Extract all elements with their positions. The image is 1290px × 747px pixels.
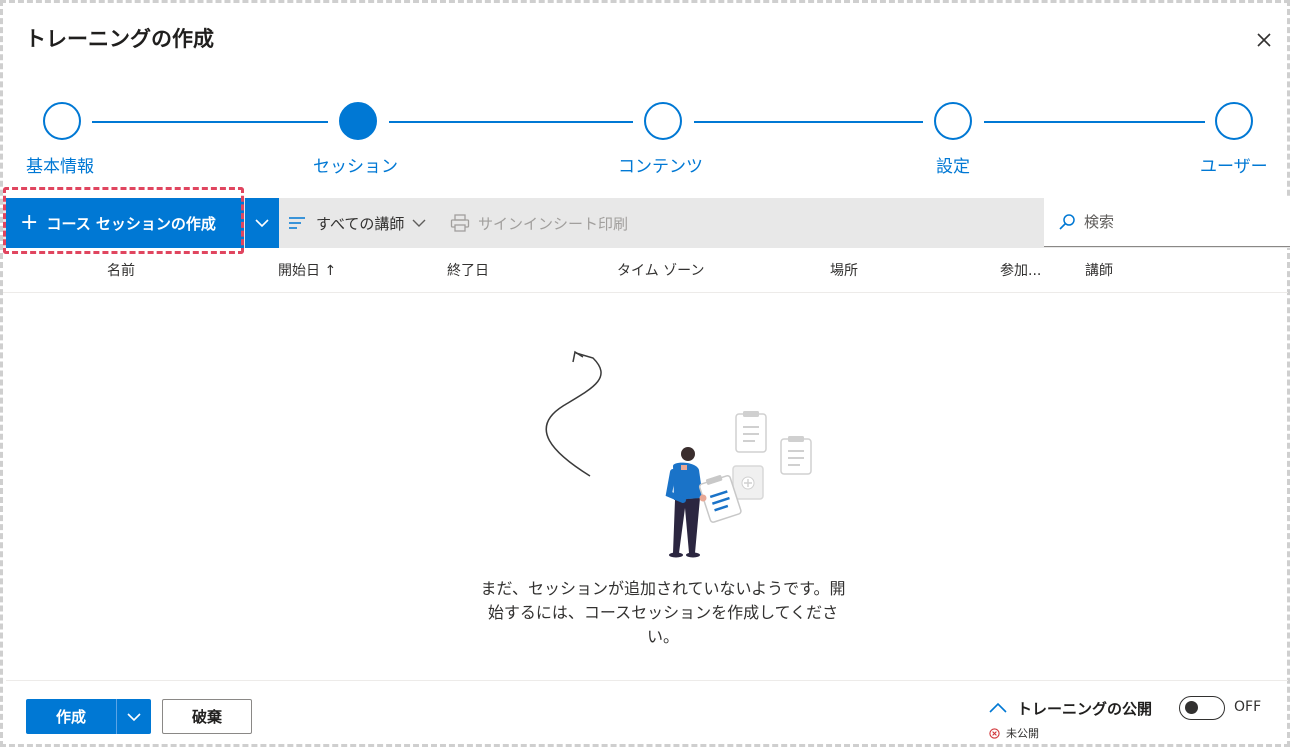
chevron-down-icon	[412, 219, 426, 227]
chevron-up-icon	[989, 702, 1007, 713]
error-circle-icon	[989, 727, 1000, 739]
empty-state-message: まだ、セッションが追加されていないようです。開始するには、コースセッションを作成…	[480, 579, 846, 646]
chevron-down-icon	[255, 219, 269, 228]
plus-icon: +	[20, 210, 39, 235]
publish-toggle-state: OFF	[1234, 699, 1262, 715]
search-box[interactable]	[1044, 198, 1290, 247]
close-icon[interactable]	[1254, 30, 1274, 50]
publish-status-label: 未公開	[1006, 727, 1039, 740]
empty-state-illustration	[545, 350, 812, 558]
column-header-instructor[interactable]: 講師	[1085, 260, 1113, 280]
printer-icon	[450, 214, 470, 232]
publish-training-label: トレーニングの公開	[1017, 699, 1153, 718]
stepper-connector	[92, 121, 328, 123]
step-users-label[interactable]: ユーザー	[1200, 152, 1268, 177]
sessions-table-header: 名前 開始日 ↑ 終了日 タイム ゾーン 場所 参加... 講師	[3, 251, 1288, 293]
instructor-filter[interactable]: すべての講師	[288, 198, 426, 248]
publish-toggle[interactable]	[1179, 696, 1225, 720]
step-settings-label[interactable]: 設定	[936, 152, 970, 177]
step-session-label[interactable]: セッション	[313, 152, 398, 177]
footer-divider	[6, 680, 1288, 681]
publish-training-toggle-header[interactable]: トレーニングの公開	[989, 697, 1152, 719]
column-header-name[interactable]: 名前	[107, 260, 135, 280]
stepper-connector	[694, 121, 923, 123]
dialog: トレーニングの作成 基本情報 セッション コンテンツ 設定 ユーザー + コース…	[0, 0, 1290, 747]
step-settings-circle[interactable]	[934, 102, 972, 140]
create-course-session-button[interactable]: + コース セッションの作成	[6, 198, 244, 248]
command-bar: + コース セッションの作成 すべての講師 サインインシート印刷	[3, 198, 1290, 248]
column-header-start-date[interactable]: 開始日 ↑	[278, 260, 336, 280]
stepper-connector	[984, 121, 1205, 123]
discard-button[interactable]: 破棄	[162, 699, 252, 734]
step-content-circle[interactable]	[644, 102, 682, 140]
create-button[interactable]: 作成	[26, 699, 116, 734]
search-icon	[1059, 214, 1075, 230]
stepper: 基本情報 セッション コンテンツ 設定 ユーザー	[3, 98, 1290, 178]
column-header-participants[interactable]: 参加...	[1000, 260, 1041, 280]
chevron-down-icon	[127, 712, 141, 721]
create-session-dropdown-button[interactable]	[245, 198, 279, 248]
filter-lines-icon	[289, 217, 305, 229]
column-header-end-date[interactable]: 終了日	[447, 260, 489, 280]
dialog-title: トレーニングの作成	[25, 27, 214, 51]
step-basic-info-label[interactable]: 基本情報	[26, 152, 94, 177]
step-users-circle[interactable]	[1215, 102, 1253, 140]
stepper-connector	[389, 121, 633, 123]
column-header-time-zone[interactable]: タイム ゾーン	[617, 260, 704, 280]
column-header-location[interactable]: 場所	[830, 260, 858, 280]
publish-status: 未公開	[989, 725, 1039, 741]
print-signin-sheet-button[interactable]: サインインシート印刷	[450, 198, 628, 248]
step-content-label[interactable]: コンテンツ	[618, 152, 703, 177]
create-course-session-label: コース セッションの作成	[46, 214, 216, 233]
step-basic-info-circle[interactable]	[43, 102, 81, 140]
instructor-filter-label: すべての講師	[316, 214, 405, 233]
create-options-dropdown-button[interactable]	[116, 699, 151, 734]
step-session-circle[interactable]	[339, 102, 377, 140]
toggle-knob	[1185, 701, 1198, 714]
search-input[interactable]	[1084, 213, 1274, 231]
print-signin-sheet-label: サインインシート印刷	[478, 214, 629, 233]
